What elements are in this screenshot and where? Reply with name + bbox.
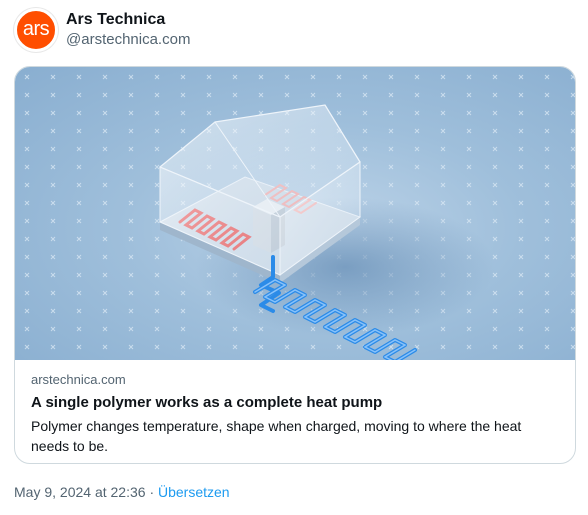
- post-timestamp[interactable]: May 9, 2024 at 22:36: [14, 484, 146, 500]
- avatar[interactable]: ars: [14, 8, 58, 52]
- card-text[interactable]: arstechnica.com A single polymer works a…: [31, 371, 561, 456]
- card-description: Polymer changes temperature, shape when …: [31, 418, 522, 454]
- avatar-logo-text: ars: [22, 17, 50, 40]
- heat-pump-illustration: [15, 67, 575, 360]
- display-name[interactable]: Ars Technica: [66, 10, 190, 30]
- post-header: ars Ars Technica @arstechnica.com: [14, 8, 190, 52]
- meta-separator: ·: [149, 484, 155, 500]
- card-title[interactable]: A single polymer works as a complete hea…: [31, 393, 561, 413]
- post-meta: May 9, 2024 at 22:36 · Übersetzen: [14, 482, 230, 502]
- card-image[interactable]: [15, 67, 575, 360]
- account-info[interactable]: Ars Technica @arstechnica.com: [66, 10, 190, 50]
- account-handle[interactable]: @arstechnica.com: [66, 30, 190, 50]
- card-domain: arstechnica.com: [31, 372, 126, 387]
- link-preview-card[interactable]: arstechnica.com A single polymer works a…: [14, 66, 576, 464]
- translate-link[interactable]: Übersetzen: [158, 484, 230, 500]
